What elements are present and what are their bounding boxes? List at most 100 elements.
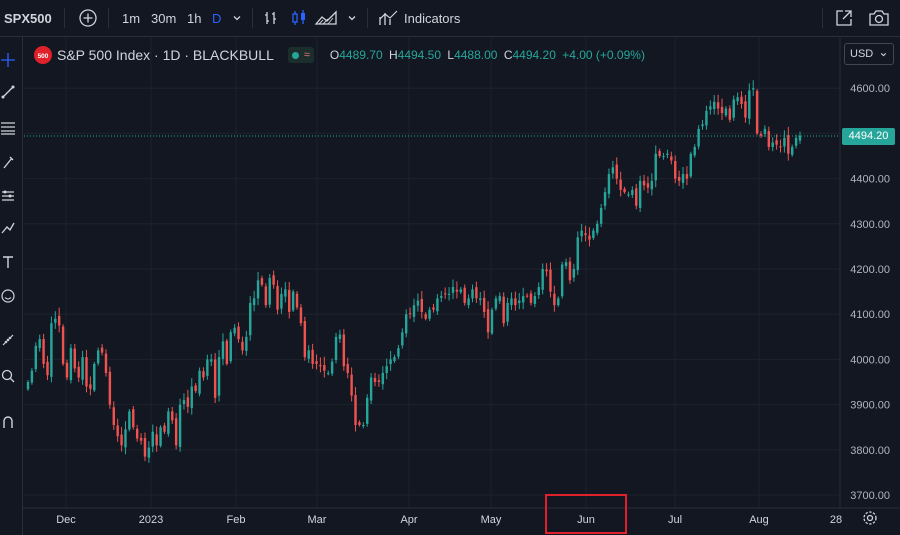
candle-body <box>521 296 525 303</box>
pattern-tool[interactable] <box>0 187 16 205</box>
candle-body <box>794 137 798 146</box>
chevron-down-icon <box>233 16 241 21</box>
candle-body <box>163 425 166 432</box>
candle-body <box>674 161 677 179</box>
interval-30m[interactable]: 30m <box>151 0 176 36</box>
candle-body <box>120 434 123 446</box>
magnet-tool[interactable] <box>0 413 16 431</box>
candle-body <box>494 298 498 309</box>
fullscreen-icon <box>836 10 852 26</box>
high-value: 4494.50 <box>397 48 442 62</box>
interval-1m[interactable]: 1m <box>122 0 140 36</box>
text-tool[interactable] <box>0 253 16 271</box>
candle-body <box>662 156 665 158</box>
candle-body <box>436 298 439 312</box>
candle-body <box>631 189 634 195</box>
fullscreen-button[interactable] <box>834 0 854 36</box>
candle-body <box>342 334 346 367</box>
zoom-tool[interactable] <box>0 367 16 385</box>
candle-body <box>245 336 248 351</box>
candle-body <box>225 340 229 364</box>
candle-body <box>26 382 30 390</box>
candle-body <box>284 289 287 297</box>
candle-body <box>30 370 34 383</box>
trend-line-tool[interactable] <box>0 83 16 101</box>
candle-body <box>198 370 201 394</box>
indicators-button[interactable]: Indicators <box>378 0 460 36</box>
area-style-button[interactable] <box>314 0 338 36</box>
candle-body <box>744 101 747 118</box>
crosshair-icon <box>1 53 15 67</box>
candle-body <box>471 289 474 299</box>
bar-style-button[interactable] <box>262 0 280 36</box>
candle-body <box>221 341 225 359</box>
candle-body <box>455 289 459 292</box>
candle-body <box>93 363 96 391</box>
candle-body <box>537 287 540 296</box>
brush-tool[interactable] <box>0 153 16 171</box>
candle-body <box>190 386 193 408</box>
candle-body <box>311 349 314 364</box>
add-symbol-button[interactable] <box>78 0 98 36</box>
candle-body <box>798 135 802 141</box>
symbol-search[interactable]: SPX500 <box>4 0 52 36</box>
candle-body <box>482 297 486 312</box>
open-value: 4489.70 <box>339 48 383 62</box>
pattern-icon <box>2 190 14 201</box>
candles-button[interactable] <box>290 0 308 36</box>
candle-body <box>276 285 279 310</box>
candle-body <box>229 332 232 362</box>
candle-body <box>724 108 728 116</box>
candle-body <box>249 302 252 336</box>
candle-body <box>85 357 88 387</box>
candle-body <box>100 347 104 353</box>
fib-tool[interactable] <box>0 119 16 137</box>
crosshair-tool[interactable] <box>0 51 16 69</box>
candle-body <box>128 411 131 430</box>
candle-body <box>510 298 513 306</box>
interval-1h[interactable]: 1h <box>187 0 201 36</box>
candle-body <box>217 357 221 396</box>
time-tick-label: 2023 <box>139 514 163 526</box>
interval-d[interactable]: D <box>212 0 221 36</box>
candle-body <box>623 188 626 193</box>
chart-settings-button[interactable] <box>861 509 879 527</box>
candle-body <box>447 293 451 295</box>
candle-body <box>463 287 466 303</box>
candle-body <box>518 300 521 303</box>
candle-body <box>202 371 205 378</box>
candle-body <box>529 293 533 303</box>
emoji-tool[interactable] <box>0 287 16 305</box>
candle-body <box>783 137 786 147</box>
emoji-icon <box>1 289 15 303</box>
candle-body <box>775 140 778 145</box>
candle-body <box>288 289 291 312</box>
snapshot-button[interactable] <box>868 0 890 36</box>
prediction-tool[interactable] <box>0 219 16 237</box>
candle-body <box>159 427 162 446</box>
candle-body <box>541 269 544 290</box>
candle-body <box>323 365 326 371</box>
candle-body <box>73 348 76 369</box>
ruler-tool[interactable] <box>0 331 16 349</box>
candle-body <box>755 90 759 134</box>
candle-body <box>330 361 334 374</box>
candle-body <box>381 372 385 385</box>
style-dropdown[interactable] <box>346 0 358 36</box>
currency-selector[interactable]: USD <box>844 43 894 65</box>
candle-body <box>619 179 622 190</box>
candle-body <box>685 174 689 179</box>
candle-body <box>635 188 638 206</box>
candle-body <box>752 88 755 90</box>
candle-body <box>560 264 564 297</box>
price-chart[interactable]: 4600.004500.004400.004300.004200.004100.… <box>0 0 900 535</box>
candle-body <box>346 364 349 373</box>
candle-body <box>81 357 84 380</box>
candle-body <box>596 223 599 233</box>
price-tick-label: 4300.00 <box>850 219 890 231</box>
candle-body <box>315 361 318 364</box>
interval-dropdown[interactable] <box>231 0 243 36</box>
candle-body <box>533 296 537 304</box>
candle-body <box>143 438 147 457</box>
candle-body <box>498 296 501 302</box>
